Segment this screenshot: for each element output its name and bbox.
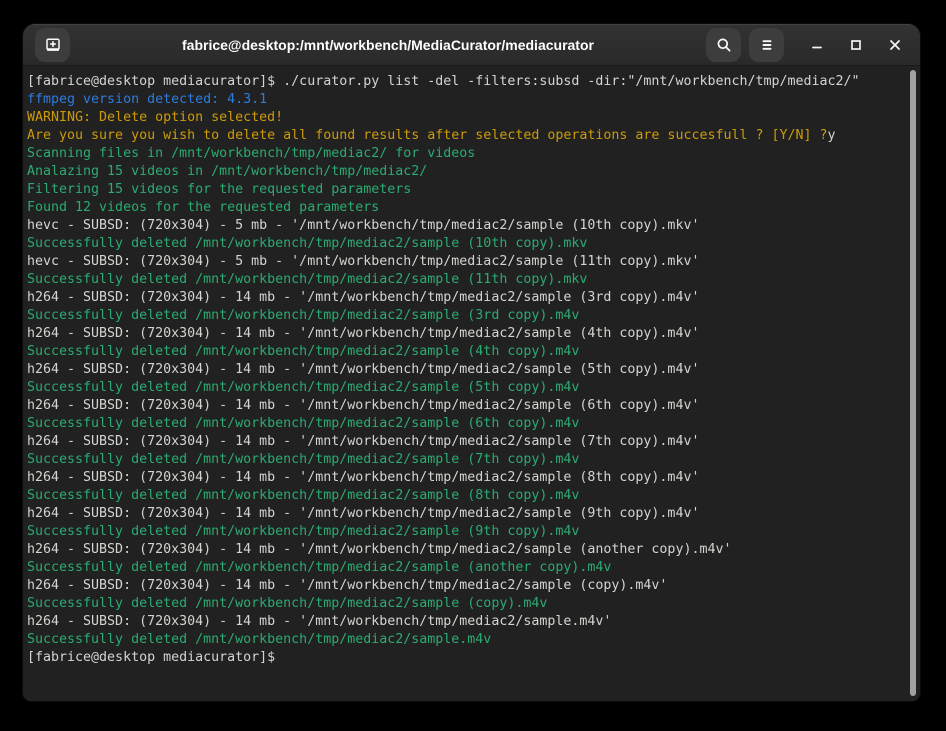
titlebar-actions [706, 28, 908, 62]
terminal-lines: [fabrice@desktop mediacurator]$ ./curato… [27, 73, 902, 667]
terminal-line: h264 - SUBSD: (720x304) - 14 mb - '/mnt/… [27, 613, 902, 631]
terminal-line: [fabrice@desktop mediacurator]$ ./curato… [27, 73, 902, 91]
terminal-line: Are you sure you wish to delete all foun… [27, 127, 902, 145]
terminal-line: h264 - SUBSD: (720x304) - 14 mb - '/mnt/… [27, 325, 902, 343]
tab-new-icon [44, 36, 62, 54]
terminal-line: WARNING: Delete option selected! [27, 109, 902, 127]
close-button[interactable] [882, 32, 908, 58]
terminal-line: Successfully deleted /mnt/workbench/tmp/… [27, 415, 902, 433]
terminal-line: h264 - SUBSD: (720x304) - 14 mb - '/mnt/… [27, 505, 902, 523]
maximize-icon [844, 33, 868, 57]
terminal-line: Filtering 15 videos for the requested pa… [27, 181, 902, 199]
window-controls [804, 32, 908, 58]
terminal-line: Successfully deleted /mnt/workbench/tmp/… [27, 559, 902, 577]
terminal-line: Successfully deleted /mnt/workbench/tmp/… [27, 523, 902, 541]
minimize-icon [805, 33, 829, 57]
terminal-line: h264 - SUBSD: (720x304) - 14 mb - '/mnt/… [27, 289, 902, 307]
terminal-line: Successfully deleted /mnt/workbench/tmp/… [27, 451, 902, 469]
terminal-line: Successfully deleted /mnt/workbench/tmp/… [27, 631, 902, 649]
terminal-line: Successfully deleted /mnt/workbench/tmp/… [27, 271, 902, 289]
terminal-line: Successfully deleted /mnt/workbench/tmp/… [27, 595, 902, 613]
search-button[interactable] [706, 28, 741, 62]
hamburger-menu-icon [758, 36, 776, 54]
terminal-line: h264 - SUBSD: (720x304) - 14 mb - '/mnt/… [27, 577, 902, 595]
close-icon [883, 33, 907, 57]
terminal-line: Successfully deleted /mnt/workbench/tmp/… [27, 379, 902, 397]
menu-button[interactable] [749, 28, 784, 62]
terminal-line: Found 12 videos for the requested parame… [27, 199, 902, 217]
terminal-window: fabrice@desktop:/mnt/workbench/MediaCura… [22, 23, 921, 702]
titlebar[interactable]: fabrice@desktop:/mnt/workbench/MediaCura… [23, 24, 920, 66]
window-title: fabrice@desktop:/mnt/workbench/MediaCura… [70, 37, 706, 53]
terminal-line: h264 - SUBSD: (720x304) - 14 mb - '/mnt/… [27, 361, 902, 379]
terminal-line: ffmpeg version detected: 4.3.1 [27, 91, 902, 109]
terminal-line: h264 - SUBSD: (720x304) - 14 mb - '/mnt/… [27, 469, 902, 487]
minimize-button[interactable] [804, 32, 830, 58]
terminal-line: h264 - SUBSD: (720x304) - 14 mb - '/mnt/… [27, 397, 902, 415]
terminal-line: h264 - SUBSD: (720x304) - 14 mb - '/mnt/… [27, 541, 902, 559]
terminal-line: Analazing 15 videos in /mnt/workbench/tm… [27, 163, 902, 181]
terminal-line: hevc - SUBSD: (720x304) - 5 mb - '/mnt/w… [27, 217, 902, 235]
new-tab-button[interactable] [35, 28, 70, 62]
maximize-button[interactable] [843, 32, 869, 58]
terminal-line: Successfully deleted /mnt/workbench/tmp/… [27, 307, 902, 325]
search-icon [715, 36, 733, 54]
terminal-line: Successfully deleted /mnt/workbench/tmp/… [27, 487, 902, 505]
scrollbar-thumb[interactable] [910, 70, 916, 696]
scrollbar[interactable] [910, 70, 916, 696]
terminal-line: hevc - SUBSD: (720x304) - 5 mb - '/mnt/w… [27, 253, 902, 271]
terminal-line: Successfully deleted /mnt/workbench/tmp/… [27, 343, 902, 361]
terminal-screen[interactable]: [fabrice@desktop mediacurator]$ ./curato… [23, 66, 920, 702]
terminal-line: h264 - SUBSD: (720x304) - 14 mb - '/mnt/… [27, 433, 902, 451]
terminal-line: Scanning files in /mnt/workbench/tmp/med… [27, 145, 902, 163]
terminal-line: Successfully deleted /mnt/workbench/tmp/… [27, 235, 902, 253]
terminal-line: [fabrice@desktop mediacurator]$ [27, 649, 902, 667]
